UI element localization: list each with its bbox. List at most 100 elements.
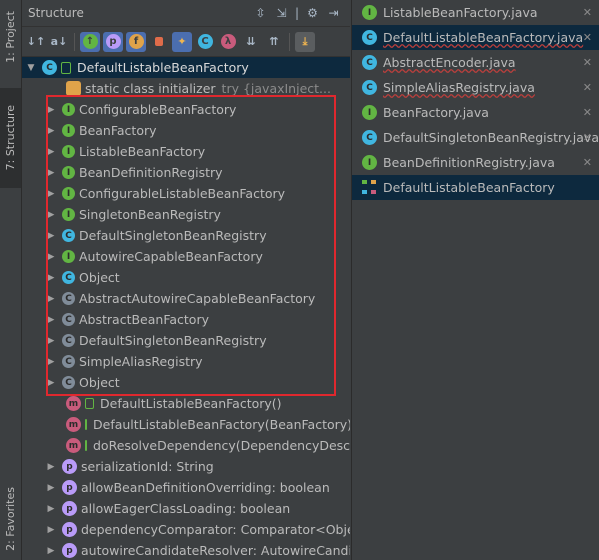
- field-label: autowireCandidateResolver: AutowireCandi…: [81, 543, 350, 558]
- tab-favorites-label: 2: Favorites: [4, 487, 17, 551]
- recent-file-item[interactable]: I ListableBeanFactory.java ✕: [352, 0, 599, 25]
- recent-file-item[interactable]: C AbstractEncoder.java ✕: [352, 50, 599, 75]
- expand-arrow-icon[interactable]: ▶: [46, 483, 56, 493]
- supertype-row[interactable]: ▶ I ConfigurableListableBeanFactory: [22, 183, 350, 204]
- supertype-row[interactable]: ▶ I BeanDefinitionRegistry: [22, 162, 350, 183]
- method-label: DefaultListableBeanFactory(): [100, 396, 282, 411]
- hide-icon[interactable]: ⇥: [325, 4, 342, 21]
- close-icon[interactable]: ✕: [583, 156, 592, 169]
- expand-arrow-icon[interactable]: ▶: [46, 168, 56, 178]
- sort-by-visibility-icon[interactable]: ↓↑: [26, 32, 46, 52]
- close-icon[interactable]: ✕: [583, 131, 592, 144]
- expand-arrow-icon[interactable]: ▶: [46, 252, 56, 262]
- expand-arrow-icon[interactable]: ▶: [46, 546, 56, 556]
- tab-favorites[interactable]: 2: Favorites: [0, 478, 21, 560]
- close-icon[interactable]: ✕: [583, 106, 592, 119]
- expand-arrow-icon[interactable]: ▶: [46, 189, 56, 199]
- field-label: serializationId: String: [81, 459, 214, 474]
- supertype-row[interactable]: ▶ I BeanFactory: [22, 120, 350, 141]
- class-icon: C: [362, 30, 377, 45]
- collapse-icon[interactable]: ⇳: [252, 4, 269, 21]
- expand-arrow-icon[interactable]: ▶: [46, 378, 56, 388]
- supertype-row[interactable]: ▶ I AutowireCapableBeanFactory: [22, 246, 350, 267]
- gear-icon[interactable]: ⚙: [304, 4, 321, 21]
- field-row[interactable]: ▶ p allowBeanDefinitionOverriding: boolean: [22, 477, 350, 498]
- expand-arrow-icon[interactable]: ▶: [46, 231, 56, 241]
- expand-arrow-icon[interactable]: ▶: [46, 525, 56, 535]
- expand-all-icon[interactable]: ⇊: [241, 32, 261, 52]
- expand-arrow-icon[interactable]: ▼: [26, 63, 36, 73]
- supertype-row[interactable]: ▶ C Object: [22, 267, 350, 288]
- show-properties-icon[interactable]: p: [103, 31, 123, 52]
- close-icon[interactable]: ✕: [583, 81, 592, 94]
- supertype-label: ConfigurableListableBeanFactory: [79, 186, 286, 201]
- tab-structure[interactable]: 7: Structure: [0, 88, 21, 188]
- expand-arrow-icon[interactable]: ▶: [46, 504, 56, 514]
- method-row[interactable]: m DefaultListableBeanFactory(BeanFactory…: [22, 414, 350, 435]
- tab-project[interactable]: 1: Project: [0, 0, 21, 74]
- field-row[interactable]: ▶ p dependencyComparator: Comparator<Objec…: [22, 519, 350, 540]
- sort-alpha-icon[interactable]: a↓: [49, 32, 69, 52]
- expand-arrow-icon[interactable]: ▶: [46, 336, 56, 346]
- show-fields-icon[interactable]: f: [126, 31, 146, 52]
- supertype-row[interactable]: ▶ C DefaultSingletonBeanRegistry: [22, 330, 350, 351]
- file-name: AbstractEncoder.java: [383, 55, 516, 70]
- autoscroll-from-source-icon[interactable]: ⤓: [295, 31, 315, 52]
- expand-arrow-icon[interactable]: ▶: [46, 147, 56, 157]
- expand-arrow-icon[interactable]: ▶: [46, 294, 56, 304]
- expand-arrow-icon[interactable]: ▶: [46, 357, 56, 367]
- supertype-row[interactable]: ▶ I ConfigurableBeanFactory: [22, 99, 350, 120]
- recent-file-item[interactable]: I BeanFactory.java ✕: [352, 100, 599, 125]
- expand-arrow-icon[interactable]: ▶: [46, 273, 56, 283]
- supertype-row[interactable]: ▶ I ListableBeanFactory: [22, 141, 350, 162]
- method-row[interactable]: m doResolveDependency(DependencyDescrip: [22, 435, 350, 456]
- recent-file-item[interactable]: C DefaultListableBeanFactory.java ✕: [352, 25, 599, 50]
- tree-root[interactable]: ▼ C DefaultListableBeanFactory: [22, 57, 350, 78]
- abstract-icon: C: [62, 355, 75, 368]
- expand-arrow-icon[interactable]: ▶: [46, 462, 56, 472]
- supertype-row[interactable]: ▶ C DefaultSingletonBeanRegistry: [22, 225, 350, 246]
- static-initializer-detail: try {javaxInject...: [221, 81, 331, 96]
- field-row[interactable]: ▶ p allowEagerClassLoading: boolean: [22, 498, 350, 519]
- close-icon[interactable]: ✕: [583, 31, 592, 44]
- recent-file-item[interactable]: I BeanDefinitionRegistry.java ✕: [352, 150, 599, 175]
- static-initializer-row[interactable]: static class initializer try {javaxInjec…: [22, 78, 350, 99]
- field-label: allowEagerClassLoading: boolean: [81, 501, 291, 516]
- show-anonymous-icon[interactable]: C: [195, 32, 215, 52]
- expand-arrow-icon[interactable]: ▶: [46, 210, 56, 220]
- supertype-label: SimpleAliasRegistry: [79, 354, 203, 369]
- field-row[interactable]: ▶ p autowireCandidateResolver: AutowireCan…: [22, 540, 350, 560]
- supertype-label: AbstractBeanFactory: [79, 312, 209, 327]
- expand-arrow-icon[interactable]: ▶: [46, 315, 56, 325]
- expand-arrow-icon[interactable]: ▶: [46, 105, 56, 115]
- supertype-row[interactable]: ▶ C Object: [22, 372, 350, 393]
- show-non-public-icon[interactable]: [149, 32, 169, 52]
- recent-file-item[interactable]: C DefaultSingletonBeanRegistry.java ✕: [352, 125, 599, 150]
- close-icon[interactable]: ✕: [583, 6, 592, 19]
- recent-file-item[interactable]: DefaultListableBeanFactory: [352, 175, 599, 200]
- diagram-icon: [362, 180, 377, 195]
- collapse-all-icon[interactable]: ⇈: [264, 32, 284, 52]
- class-icon: C: [42, 60, 57, 75]
- expand-arrow-icon[interactable]: ▶: [46, 126, 56, 136]
- supertype-row[interactable]: ▶ C SimpleAliasRegistry: [22, 351, 350, 372]
- supertype-row[interactable]: ▶ C AbstractBeanFactory: [22, 309, 350, 330]
- autoscroll-to-source-icon[interactable]: ✦: [172, 31, 192, 52]
- recent-file-item[interactable]: C SimpleAliasRegistry.java ✕: [352, 75, 599, 100]
- class-icon: C: [362, 55, 377, 70]
- interface-icon: I: [62, 103, 75, 116]
- close-icon[interactable]: ✕: [583, 56, 592, 69]
- property-icon: p: [62, 522, 77, 537]
- method-row[interactable]: m DefaultListableBeanFactory(): [22, 393, 350, 414]
- interface-icon: I: [362, 5, 377, 20]
- show-inherited-icon[interactable]: ↑: [80, 31, 100, 52]
- interface-icon: I: [62, 145, 75, 158]
- supertype-row[interactable]: ▶ C AbstractAutowireCapableBeanFactory: [22, 288, 350, 309]
- method-label: doResolveDependency(DependencyDescrip: [93, 438, 350, 453]
- supertype-label: AbstractAutowireCapableBeanFactory: [79, 291, 316, 306]
- supertype-row[interactable]: ▶ I SingletonBeanRegistry: [22, 204, 350, 225]
- field-row[interactable]: ▶ p serializationId: String: [22, 456, 350, 477]
- show-lambdas-icon[interactable]: λ: [218, 32, 238, 52]
- split-icon[interactable]: ⇲: [273, 4, 290, 21]
- interface-icon: I: [62, 250, 75, 263]
